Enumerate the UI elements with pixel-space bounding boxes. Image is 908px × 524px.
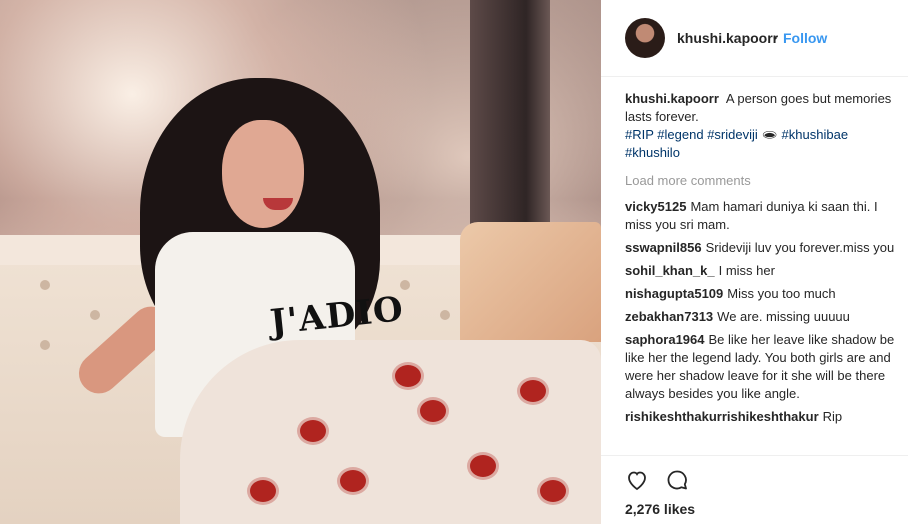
photo-rose	[250, 480, 276, 502]
list-item: rishikeshthakurrishikeshthakur Rip	[625, 408, 895, 426]
comment-text: We are. missing uuuuu	[717, 309, 850, 324]
load-more-comments-button[interactable]: Load more comments	[625, 172, 895, 190]
hashtag-link[interactable]: #RIP	[625, 127, 654, 142]
hashtag-link[interactable]: #srideviji	[707, 127, 758, 142]
photo-skirt	[180, 340, 601, 524]
hashtag-link[interactable]: #legend	[657, 127, 703, 142]
photo-sofa-tuft	[40, 340, 50, 350]
header-username[interactable]: khushi.kapoorr	[677, 30, 778, 46]
comment-username[interactable]: nishagupta5109	[625, 286, 723, 301]
caption: khushi.kapoorr A person goes but memorie…	[625, 90, 895, 162]
list-item: sohil_khan_k_ I miss her	[625, 262, 895, 280]
comment-username[interactable]: sswapnil856	[625, 240, 702, 255]
comment-username[interactable]: rishikeshthakurrishikeshthakur	[625, 409, 819, 424]
photo-throw-blanket	[460, 222, 601, 342]
photo-rose	[395, 365, 421, 387]
post-side-panel: khushi.kapoorr • Follow khushi.kapoorr A…	[601, 0, 908, 524]
comment-text: Miss you too much	[727, 286, 836, 301]
photo-rose	[470, 455, 496, 477]
list-item: sswapnil856 Srideviji luv you forever.mis…	[625, 239, 895, 257]
photo-sofa-tuft	[440, 310, 450, 320]
photo-face	[222, 120, 304, 228]
likes-count[interactable]: 2,276 likes	[625, 501, 695, 517]
photo-sofa-tuft	[40, 280, 50, 290]
hashtag-link[interactable]: #khushilo	[625, 145, 680, 160]
caption-emoji-icon: 🕳	[761, 127, 778, 142]
header-separator: •	[773, 31, 778, 45]
comment-text: Srideviji luv you forever.miss you	[705, 240, 895, 255]
post-photo[interactable]: J'ADIO	[0, 0, 601, 524]
comment-username[interactable]: sohil_khan_k_	[625, 263, 715, 278]
photo-rose	[340, 470, 366, 492]
list-item: saphora1964 Be like her leave like shadow…	[625, 331, 895, 403]
photo-rose	[300, 420, 326, 442]
photo-rose	[540, 480, 566, 502]
photo-window-background	[470, 0, 550, 240]
heart-icon[interactable]	[625, 468, 649, 492]
follow-button[interactable]: Follow	[783, 30, 827, 46]
post-actions: 2,276 likes	[601, 455, 908, 524]
comments-list: khushi.kapoorr A person goes but memorie…	[625, 90, 895, 431]
list-item: vicky5125 Mam hamari duniya ki saan thi. …	[625, 198, 895, 234]
avatar[interactable]	[625, 18, 665, 58]
post-header: khushi.kapoorr • Follow	[601, 0, 908, 77]
hashtag-link[interactable]: #khushibae	[782, 127, 849, 142]
photo-rose	[520, 380, 546, 402]
list-item: zebakhan7313 We are. missing uuuuu	[625, 308, 895, 326]
caption-username[interactable]: khushi.kapoorr	[625, 91, 719, 106]
comment-username[interactable]: saphora1964	[625, 332, 705, 347]
photo-rose	[420, 400, 446, 422]
comment-username[interactable]: zebakhan7313	[625, 309, 713, 324]
comment-text: I miss her	[718, 263, 775, 278]
list-item: nishagupta5109 Miss you too much	[625, 285, 895, 303]
photo-sofa-tuft	[90, 310, 100, 320]
comment-text: Rip	[822, 409, 843, 424]
comment-icon[interactable]	[665, 468, 689, 492]
comment-username[interactable]: vicky5125	[625, 199, 686, 214]
